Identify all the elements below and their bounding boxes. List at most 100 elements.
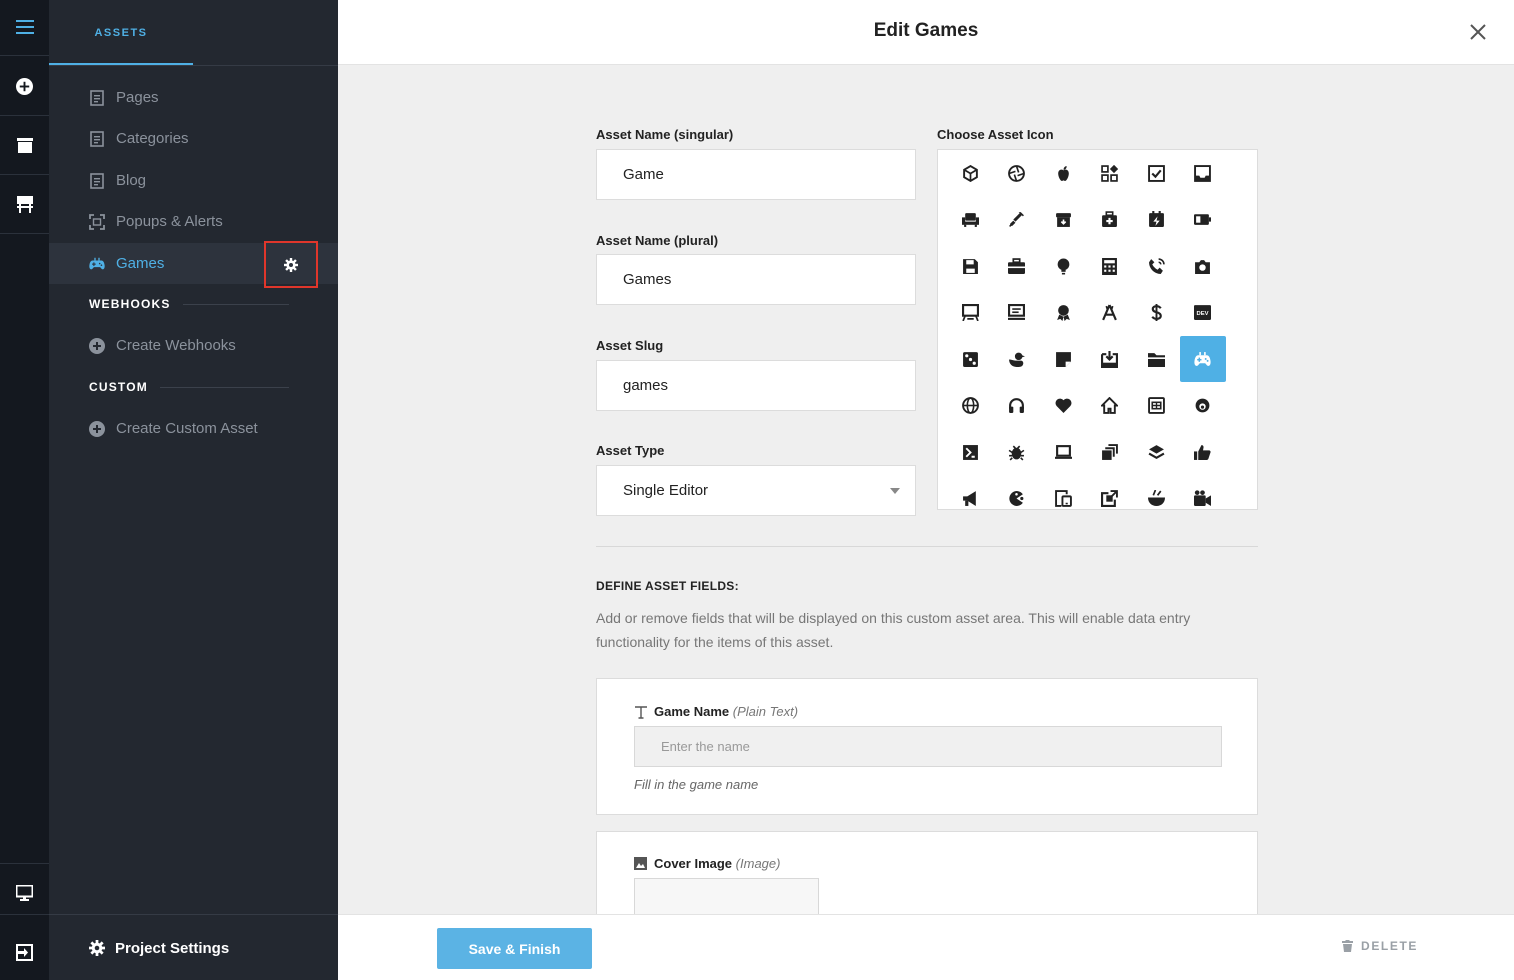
gift-card-icon[interactable]	[1133, 383, 1179, 429]
tab-assets[interactable]: ASSETS	[49, 0, 193, 66]
assets-sidebar: ASSETS Pages Categories Blog Popups & Al…	[49, 0, 338, 980]
download-box-icon[interactable]	[1087, 336, 1133, 382]
archive-icon[interactable]	[1040, 197, 1086, 243]
field-card[interactable]: Cover Image (Image)	[596, 831, 1258, 922]
globe-icon[interactable]	[947, 383, 993, 429]
menu-icon[interactable]	[0, 8, 49, 46]
headphones-icon[interactable]	[994, 383, 1040, 429]
stack-icon[interactable]	[1133, 429, 1179, 475]
duck-icon[interactable]	[994, 336, 1040, 382]
external-box-icon[interactable]	[1087, 476, 1133, 510]
checkbox-icon[interactable]	[1133, 150, 1179, 196]
devices-icon[interactable]	[1040, 476, 1086, 510]
gamepad-icon[interactable]	[1179, 336, 1226, 382]
page-icon	[89, 89, 105, 106]
armchair-icon[interactable]	[947, 197, 993, 243]
page-icon	[89, 172, 105, 189]
save-finish-button[interactable]: Save & Finish	[437, 928, 592, 969]
archive-icon[interactable]	[0, 125, 49, 165]
lightbulb-icon[interactable]	[1040, 243, 1086, 289]
close-icon[interactable]	[1468, 22, 1488, 42]
heart-icon[interactable]	[1040, 383, 1086, 429]
asset-type-select[interactable]: Single Editor	[596, 465, 916, 516]
thumbs-up-icon[interactable]	[1180, 429, 1226, 475]
planet-icon[interactable]	[1180, 383, 1226, 429]
plural-name-input[interactable]: Games	[596, 254, 916, 305]
add-circle-icon	[89, 337, 105, 354]
sidebar-item-categories[interactable]: Categories	[49, 118, 338, 159]
gear-icon	[284, 257, 298, 272]
dice-icon[interactable]	[947, 336, 993, 382]
save-icon[interactable]	[947, 243, 993, 289]
chevron-down-icon	[890, 488, 900, 494]
games-settings-button[interactable]	[264, 241, 318, 288]
pacman-icon[interactable]	[994, 476, 1040, 510]
icon-picker: DEV	[937, 149, 1258, 510]
field-title: Cover Image (Image)	[654, 856, 781, 871]
image-icon	[634, 857, 647, 870]
apps-icon[interactable]	[1087, 150, 1133, 196]
syringe-icon[interactable]	[994, 197, 1040, 243]
monitor-stand-icon[interactable]	[947, 290, 993, 336]
delete-button[interactable]: DELETE	[1342, 939, 1418, 953]
slug-label: Asset Slug	[596, 338, 664, 353]
screen-icon[interactable]	[994, 290, 1040, 336]
sigma-icon[interactable]	[947, 429, 993, 475]
home-icon[interactable]	[1087, 383, 1133, 429]
define-fields-title: DEFINE ASSET FIELDS:	[596, 579, 739, 593]
award-icon[interactable]	[1040, 290, 1086, 336]
create-custom-asset-link[interactable]: Create Custom Asset	[49, 408, 338, 449]
layers-stack-icon[interactable]	[1087, 429, 1133, 475]
field-card[interactable]: Game Name (Plain Text) Enter the name Fi…	[596, 678, 1258, 815]
bug-icon[interactable]	[994, 429, 1040, 475]
icon-picker-label: Choose Asset Icon	[937, 127, 1054, 142]
slug-input[interactable]: games	[596, 360, 916, 411]
folder-icon[interactable]	[1133, 336, 1179, 382]
first-aid-icon[interactable]	[1087, 197, 1133, 243]
define-fields-description: Add or remove fields that will be displa…	[596, 610, 1191, 650]
sticky-note-icon[interactable]	[1040, 336, 1086, 382]
sidebar-item-popups-alerts[interactable]: Popups & Alerts	[49, 201, 338, 242]
create-webhooks-link[interactable]: Create Webhooks	[49, 325, 338, 366]
singular-name-input[interactable]: Game	[596, 149, 916, 200]
calculator-icon[interactable]	[1087, 243, 1133, 289]
sidebar-item-label: Games	[116, 255, 165, 272]
divider	[596, 546, 1258, 547]
game-name-preview-input[interactable]: Enter the name	[634, 726, 1222, 767]
add-circle-icon[interactable]	[0, 66, 49, 106]
monitor-icon[interactable]	[0, 873, 49, 913]
briefcase-icon[interactable]	[994, 243, 1040, 289]
laptop-icon[interactable]	[1040, 429, 1086, 475]
bowl-icon[interactable]	[1133, 476, 1179, 510]
field-title: Game Name (Plain Text)	[654, 704, 799, 719]
plural-label: Asset Name (plural)	[596, 233, 719, 248]
dev-icon[interactable]: DEV	[1180, 290, 1226, 336]
icon-rail	[0, 0, 49, 980]
inbox-icon[interactable]	[1180, 150, 1226, 196]
dollar-icon[interactable]	[1133, 290, 1179, 336]
sign-board-icon[interactable]	[0, 184, 49, 224]
calendar-bolt-icon[interactable]	[1133, 197, 1179, 243]
phone-call-icon[interactable]	[1133, 243, 1179, 289]
battery-icon[interactable]	[1180, 197, 1226, 243]
camera-icon[interactable]	[1180, 243, 1226, 289]
app-store-icon[interactable]	[1087, 290, 1133, 336]
aperture-icon[interactable]	[994, 150, 1040, 196]
logout-icon[interactable]	[0, 932, 49, 972]
video-icon[interactable]	[1180, 476, 1226, 510]
svg-text:DEV: DEV	[1197, 311, 1209, 317]
modal-footer: Save & Finish DELETE	[338, 914, 1514, 980]
sidebar-item-pages[interactable]: Pages	[49, 77, 338, 118]
singular-label: Asset Name (singular)	[596, 127, 734, 142]
sidebar-item-blog[interactable]: Blog	[49, 160, 338, 201]
sidebar-item-label: Blog	[116, 172, 147, 189]
project-settings-button[interactable]: Project Settings	[89, 930, 229, 966]
sidebar-item-label: Categories	[116, 130, 189, 147]
popup-icon	[89, 213, 105, 230]
modal-header: Edit Games	[338, 0, 1514, 65]
custom-section-title: CUSTOM	[89, 380, 289, 394]
webhooks-section-title: WEBHOOKS	[89, 297, 289, 311]
cube-icon[interactable]	[947, 150, 993, 196]
megaphone-icon[interactable]	[947, 476, 993, 510]
apple-icon[interactable]	[1040, 150, 1086, 196]
